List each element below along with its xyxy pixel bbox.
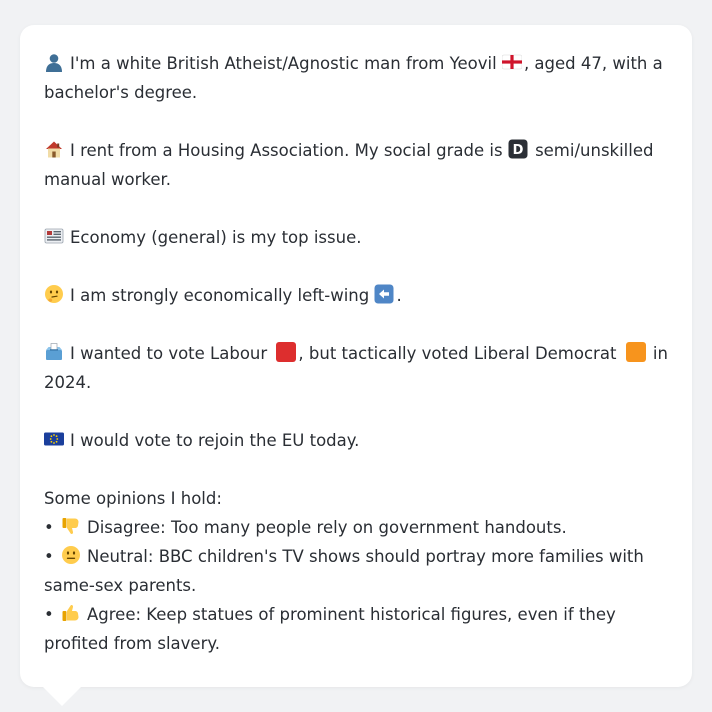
message-bubble: I'm a white British Atheist/Agnostic man…: [20, 25, 692, 687]
opinion-text: Too many people rely on government hando…: [171, 518, 567, 537]
letter-d-icon: D: [508, 139, 528, 159]
opinions-heading: Some opinions I hold:: [44, 489, 222, 508]
bullet: •: [44, 518, 54, 537]
neutral-face-icon: [61, 546, 80, 564]
newspaper-icon: [44, 228, 64, 244]
labour-red-square-icon: [276, 342, 297, 362]
house-icon: [46, 141, 62, 158]
eu-line: I would vote to rejoin the EU today.: [44, 426, 668, 455]
vote-line: I wanted to vote Labour , but tactically…: [44, 339, 668, 397]
ballot-box-icon: [46, 343, 62, 360]
identity-line: I'm a white British Atheist/Agnostic man…: [44, 49, 668, 107]
opinion-item-agree: • Agree: Keep statues of prominent histo…: [44, 600, 668, 658]
bullet: •: [44, 547, 54, 566]
housing-text-1: I rent from a Housing Association. My so…: [70, 141, 503, 160]
opinion-stance: Disagree:: [86, 518, 166, 537]
eu-text: I would vote to rejoin the EU today.: [70, 431, 360, 450]
person-silhouette-icon: [44, 52, 64, 72]
identity-text-1: I'm a white British Atheist/Agnostic man…: [70, 54, 497, 73]
grade-letter: D: [512, 143, 523, 158]
vote-text-2: , but tactically voted Liberal Democrat: [298, 344, 617, 363]
opinion-stance: Agree:: [86, 605, 142, 624]
thumbs-up-icon: [62, 604, 79, 621]
bullet: •: [44, 605, 54, 624]
vote-text-1: I wanted to vote Labour: [70, 344, 268, 363]
economics-period: .: [396, 286, 402, 305]
thumbs-down-icon: [62, 518, 79, 535]
opinion-item-disagree: • Disagree: Too many people rely on gove…: [44, 513, 668, 542]
thinking-face-icon: [45, 285, 63, 303]
economics-line: I am strongly economically left-wing .: [44, 281, 668, 310]
england-flag-icon: [501, 54, 522, 70]
opinion-stance: Neutral:: [86, 547, 154, 566]
issue-line: Economy (general) is my top issue.: [44, 223, 668, 252]
housing-line: I rent from a Housing Association. My so…: [44, 136, 668, 194]
opinion-item-neutral: • Neutral: BBC children's TV shows shoul…: [44, 542, 668, 600]
economics-text: I am strongly economically left-wing: [70, 286, 370, 305]
left-arrow-icon: [374, 284, 394, 304]
eu-flag-icon: [44, 432, 64, 446]
bubble-tail: [42, 686, 82, 706]
issue-text: Economy (general) is my top issue.: [70, 228, 362, 247]
libdem-orange-square-icon: [625, 342, 646, 362]
